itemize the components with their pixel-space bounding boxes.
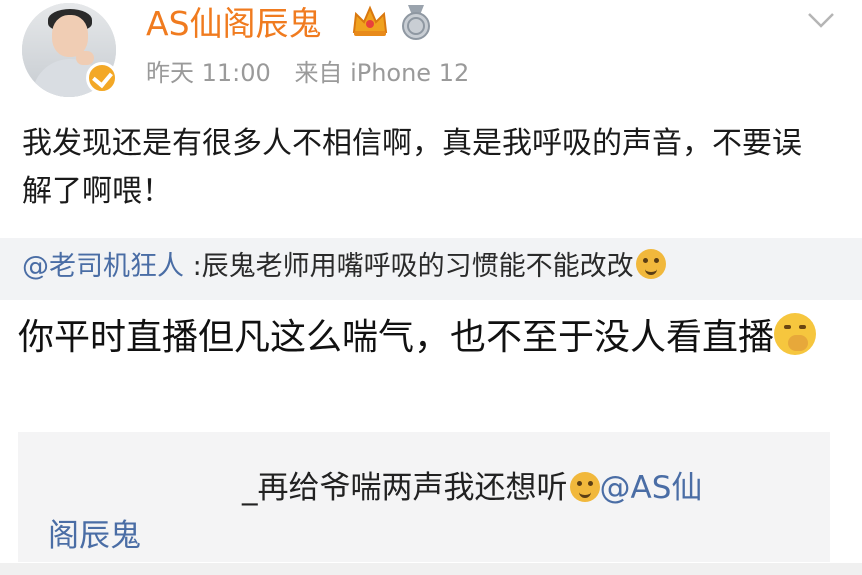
shush-emoji-icon (774, 313, 817, 355)
reply-body: 再给爷喘两声我还想听 (257, 470, 568, 506)
doge-emoji-icon (569, 472, 600, 502)
reply-prefix: _ (242, 470, 258, 506)
source: 来自 iPhone 12 (294, 59, 470, 87)
reply-mention-continuation[interactable]: 阁辰鬼 (48, 514, 141, 558)
medal-icon (402, 5, 430, 40)
crown-icon (352, 5, 388, 36)
reply-mention-link[interactable]: @AS仙 (600, 470, 703, 506)
verified-badge-icon (86, 62, 118, 94)
doge-emoji-icon (635, 249, 666, 279)
author-name[interactable]: AS仙阁辰鬼 (146, 2, 322, 46)
post-text: 我发现还是有很多人不相信啊，真是我呼吸的声音，不要误解了啊喂！ (22, 126, 802, 209)
timestamp: 昨天 11:00 (146, 59, 271, 87)
reply-text: _再给爷喘两声我还想听 @AS仙 (242, 466, 702, 510)
quoted-comment[interactable]: @老司机狂人 :辰鬼老师用嘴呼吸的习惯能不能改改 (22, 248, 666, 286)
post-meta: 昨天 11:00 来自 iPhone 12 (146, 56, 485, 90)
chevron-down-icon[interactable] (806, 10, 836, 30)
divider (0, 563, 862, 575)
comment-text: 你平时直播但凡这么喘气，也不至于没人看直播 (18, 310, 838, 366)
mention-link[interactable]: @老司机狂人 (22, 251, 184, 282)
quoted-text: :辰鬼老师用嘴呼吸的习惯能不能改改 (184, 251, 634, 282)
